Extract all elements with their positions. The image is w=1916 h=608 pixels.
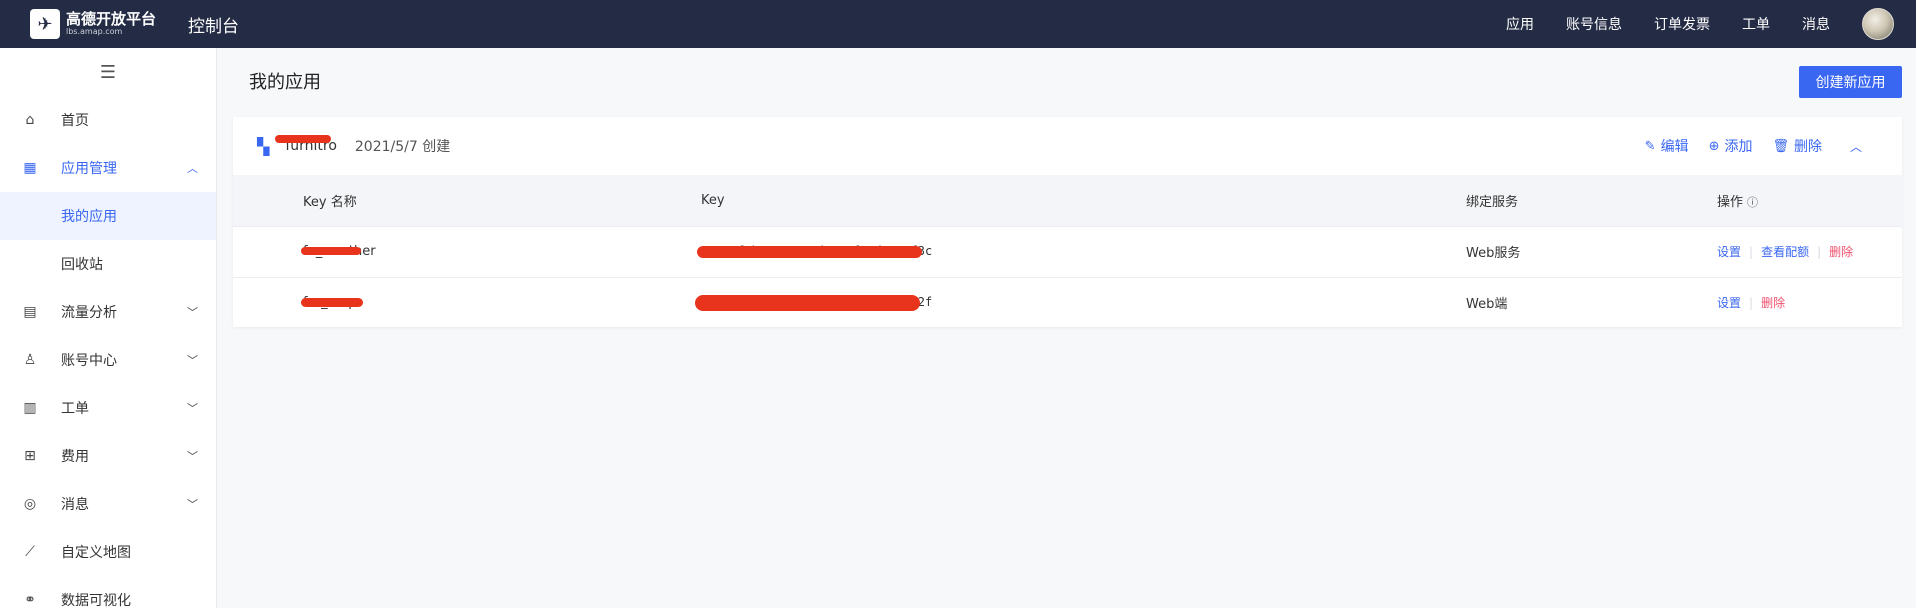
nav-orders-invoices[interactable]: 订单发票 [1654,14,1710,34]
add-circle-icon: ⊕ [1708,138,1720,154]
keys-table: Key 名称 Key 绑定服务 操作ⓘ fu_weather 3e6c [233,175,1902,328]
chevron-down-icon: ﹀ [187,354,198,367]
bound-service: Web端 [1466,276,1717,328]
table-row: fu_weather 3e6c6f2b1a94e5c0d2419f78d8842… [233,225,1902,277]
sidebar-item-app-management[interactable]: ▦ 应用管理 ︿ [0,144,216,192]
fee-icon: ⊞ [24,448,36,464]
settings-link[interactable]: 设置 [1717,245,1741,259]
app-card: ▚ furnitro 2021/5/7 创建 ✎ 编辑 ⊕ 添加 🗑 删除 ︿ [233,117,1902,328]
settings-link[interactable]: 设置 [1717,296,1741,310]
message-icon: ◎ [23,496,37,512]
edit-icon: ✎ [1644,138,1656,154]
menu-collapse-icon[interactable]: ☰ [0,48,216,96]
nav-account-info[interactable]: 账号信息 [1566,14,1622,34]
edit-app-button[interactable]: ✎ 编辑 [1645,136,1689,156]
sidebar-item-tickets[interactable]: ▥ 工单 ﹀ [0,384,216,432]
sidebar-item-label: 应用管理 [61,161,117,177]
table-header-row: Key 名称 Key 绑定服务 操作 ⓘ [233,175,1902,226]
sidebar-item-label: 流量分析 [61,305,117,321]
app-name: furnitro [275,135,337,154]
delete-app-button[interactable]: 🗑 删除 [1772,136,1822,156]
map-edit-icon: ⟋ [25,544,35,560]
delete-key-link[interactable]: 删除 [1761,296,1785,310]
redaction-mark [697,246,922,258]
sidebar-item-custom-map[interactable]: ⟋ 自定义地图 [0,528,216,576]
visualization-icon: ⚭ [24,592,36,608]
sidebar-item-messages[interactable]: ◎ 消息 ﹀ [0,480,216,528]
sidebar-item-label: 费用 [61,449,89,465]
sidebar-item-label: 首页 [61,113,89,129]
divider: | [1749,296,1754,311]
home-icon: ⌂ [25,112,35,128]
nav-tickets[interactable]: 工单 [1742,14,1770,34]
add-key-button[interactable]: ⊕ 添加 [1709,136,1753,156]
sidebar-item-label: 消息 [61,497,89,513]
info-icon[interactable]: ⓘ [1747,196,1758,209]
header-service: 绑定服务 [1466,175,1717,226]
sidebar-item-account-center[interactable]: ♙ 账号中心 ﹀ [0,336,216,384]
create-app-button[interactable]: 创建新应用 [1799,66,1902,98]
key-value: 3e6c6f2b1a94e5c0d2419f78d8842f3c [697,244,932,259]
sidebar-item-fees[interactable]: ⊞ 费用 ﹀ [0,432,216,480]
sidebar-item-data-visualization[interactable]: ⚭ 数据可视化 [0,576,216,608]
view-quota-link[interactable]: 查看配额 [1761,245,1809,259]
header-key-name: Key 名称 [233,175,701,226]
chevron-down-icon: ﹀ [187,402,198,415]
top-nav: 应用 账号信息 订单发票 工单 消息 [1474,8,1916,40]
ticket-icon: ▥ [23,400,37,416]
row-operations: 设置 | 删除 [1717,276,1902,328]
redaction-mark [275,135,332,143]
amap-logo-icon: ✈ [30,9,60,39]
app-grid-icon: ▚ [257,136,270,156]
sidebar-item-label: 账号中心 [61,353,117,369]
console-title: 控制台 [188,16,239,37]
delete-key-link[interactable]: 删除 [1829,245,1853,259]
sidebar: ☰ ⌂ 首页 ▦ 应用管理 ︿ 我的应用 回收站 ▤ 流量分析 ﹀ ♙ 账号中心… [0,48,217,608]
sidebar-item-label: 工单 [61,401,89,417]
chevron-up-icon[interactable]: ︿ [1850,138,1862,155]
sidebar-subitem-recycle-bin[interactable]: 回收站 [0,240,216,288]
divider: | [1817,245,1822,259]
chevron-down-icon: ﹀ [187,498,198,511]
grid-icon: ▦ [23,160,37,176]
page-title: 我的应用 [249,72,321,93]
key-name: fu_weather [301,244,376,259]
header-operations: 操作 ⓘ [1717,175,1902,226]
bound-service: Web服务 [1466,225,1717,277]
table-row: fur_map a81e4c0f77bd9f6e5fb0c2d3a6e4b92f… [233,276,1902,328]
header-key: Key [701,175,1466,226]
sidebar-item-home[interactable]: ⌂ 首页 [0,96,216,144]
row-operations: 设置 | 查看配额 | 删除 [1717,225,1902,277]
key-name: fur_map [301,295,363,310]
chart-icon: ▤ [23,304,37,320]
user-icon: ♙ [23,352,37,368]
avatar[interactable] [1862,8,1894,40]
top-bar: ✈ 高德开放平台 lbs.amap.com 控制台 应用 账号信息 订单发票 工… [0,0,1916,48]
redaction-mark [695,295,920,312]
divider: | [1749,245,1754,259]
redaction-mark [301,298,363,308]
nav-apps[interactable]: 应用 [1506,14,1534,34]
amap-logo[interactable]: ✈ 高德开放平台 lbs.amap.com [30,9,160,39]
redaction-mark [301,247,361,255]
app-card-header: ▚ furnitro 2021/5/7 创建 ✎ 编辑 ⊕ 添加 🗑 删除 ︿ [233,117,1902,175]
app-card-actions: ✎ 编辑 ⊕ 添加 🗑 删除 ︿ [1625,136,1862,156]
sidebar-item-label: 自定义地图 [61,545,131,561]
trash-icon: 🗑 [1772,138,1789,154]
key-value: a81e4c0f77bd9f6e5fb0c2d3a6e4b92f [695,295,932,312]
app-created-date: 2021/5/7 创建 [354,139,451,155]
sidebar-item-label: 数据可视化 [61,593,131,608]
nav-messages[interactable]: 消息 [1802,14,1830,34]
chevron-up-icon: ︿ [187,162,198,175]
logo-name: 高德开放平台 [66,9,157,28]
logo-sub: lbs.amap.com [66,26,123,36]
chevron-down-icon: ﹀ [187,450,198,463]
chevron-down-icon: ﹀ [187,306,198,319]
sidebar-subitem-my-apps[interactable]: 我的应用 [0,192,216,240]
sidebar-item-traffic-analysis[interactable]: ▤ 流量分析 ﹀ [0,288,216,336]
